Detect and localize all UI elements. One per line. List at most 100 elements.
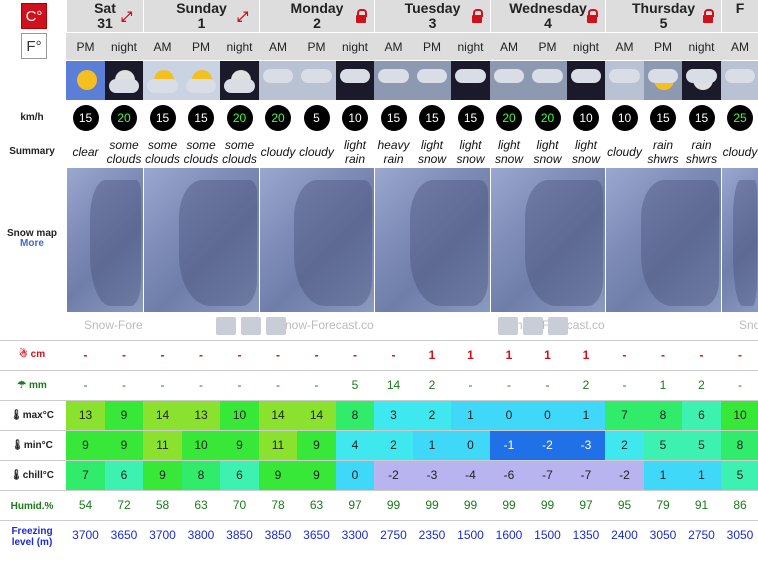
cloud-icon	[455, 69, 486, 83]
rain-cell: -	[314, 378, 319, 392]
period-header: PM	[66, 32, 105, 60]
day-header: F	[721, 0, 758, 32]
map-snow-icon[interactable]	[266, 317, 286, 335]
period-header: AM	[721, 32, 758, 60]
map-land	[294, 179, 372, 307]
chill-temp-cell: 9	[297, 460, 336, 490]
weather-icon	[567, 60, 605, 100]
rain-cell: 2	[698, 378, 705, 392]
rain-cell: -	[738, 378, 742, 392]
wind-speed-icon: 15	[149, 105, 176, 131]
chill-temp-cell: 9	[259, 460, 297, 490]
min-unit: min°C	[23, 440, 53, 451]
expand-icon[interactable]: ⤢	[237, 8, 248, 25]
humidity-cell: 95	[617, 498, 632, 512]
chill-temp-cell: -6	[490, 460, 528, 490]
chill-temp-cell: 9	[143, 460, 182, 490]
wind-speed-icon: 20	[534, 105, 561, 131]
chill-temp-cell: -2	[374, 460, 413, 490]
wind-cell: 10	[567, 100, 605, 136]
summary-cell: cloudy	[260, 145, 296, 159]
max-temp-cell: 10	[721, 400, 758, 430]
lock-icon[interactable]	[472, 9, 483, 23]
max-temp-cell: 1	[451, 400, 490, 430]
snow-map[interactable]	[143, 168, 259, 312]
snow-map-more-link[interactable]: More	[0, 238, 64, 249]
map-band	[374, 312, 490, 338]
wind-speed-icon: 20	[265, 105, 291, 131]
fahrenheit-button[interactable]: F°	[21, 33, 47, 59]
min-temp-cell: 1	[413, 430, 451, 460]
max-temp-cell: 14	[143, 400, 182, 430]
max-temp-cell: 8	[336, 400, 374, 430]
period-header: night	[220, 32, 259, 60]
map-share-icon[interactable]	[498, 317, 518, 335]
humidity-cell: 99	[425, 498, 439, 512]
summary-cell: light snow	[456, 138, 485, 166]
freezing-level-cell: 3850	[226, 528, 253, 542]
lock-icon[interactable]	[356, 9, 367, 23]
lock-icon[interactable]	[587, 9, 598, 23]
chill-temp-cell: 5	[721, 460, 758, 490]
cloud-icon	[301, 69, 332, 83]
max-temp-cell: 1	[567, 400, 605, 430]
map-land	[640, 179, 719, 307]
period-header: PM	[528, 32, 567, 60]
wind-speed-icon: 15	[72, 105, 99, 131]
cloud-icon	[224, 79, 255, 93]
rain-cell: 5	[351, 378, 359, 392]
freezing-level-cell: 2750	[380, 528, 407, 542]
freezing-level-cell: 1500	[457, 528, 484, 542]
period-header: AM	[374, 32, 413, 60]
wind-unit-label: km/h	[20, 112, 44, 123]
thermometer-icon: 🌡	[10, 410, 23, 421]
chill-temp-cell: 6	[220, 460, 259, 490]
max-temp-cell: 13	[182, 400, 220, 430]
summary-cell: cloudy	[299, 145, 334, 159]
map-share-icon[interactable]	[216, 317, 236, 335]
cloud-icon	[147, 79, 178, 93]
weather-icon	[297, 60, 336, 100]
forecast-table: C° F° km/h Summary Snow map More ☃ cm ☂ …	[0, 0, 758, 562]
rain-cell: -	[545, 378, 550, 392]
humidity-cell: 72	[117, 498, 131, 512]
period-header: night	[682, 32, 721, 60]
weather-icon	[490, 60, 528, 100]
summary-cell: some clouds	[222, 138, 257, 166]
expand-icon[interactable]: ⤢	[121, 8, 132, 25]
snow-map[interactable]	[66, 168, 143, 312]
snow-map[interactable]	[721, 168, 758, 312]
chill-temp-cell: 0	[336, 460, 374, 490]
map-band: Snow-Forecast.com	[66, 312, 191, 338]
map-reload-icon[interactable]	[241, 317, 261, 335]
wind-cell: 20	[528, 100, 567, 136]
min-temp-cell: 9	[105, 430, 143, 460]
weather-icon	[528, 60, 567, 100]
celsius-button[interactable]: C°	[21, 3, 47, 29]
cloud-icon	[571, 69, 601, 83]
max-temp-cell: 9	[105, 400, 143, 430]
min-temp-cell: -3	[567, 430, 605, 460]
lock-icon[interactable]	[703, 9, 714, 23]
wind-speed-icon: 10	[342, 105, 368, 131]
summary-cell: rain shwrs	[647, 138, 679, 166]
wind-cell: 10	[336, 100, 374, 136]
weather-icon	[259, 60, 297, 100]
snow-map[interactable]	[259, 168, 374, 312]
humidity-cell: 99	[502, 498, 516, 512]
snow-map[interactable]	[605, 168, 721, 312]
freezing-level-cell: 2750	[688, 528, 715, 542]
weather-icon	[605, 60, 644, 100]
humidity-cell: 58	[155, 498, 170, 512]
freezing-level-cell: 2400	[611, 528, 638, 542]
map-reload-icon[interactable]	[523, 317, 543, 335]
snow-cell: -	[276, 348, 280, 362]
rain-cell: -	[276, 378, 280, 392]
snow-map[interactable]	[374, 168, 490, 312]
max-temp-cell: 6	[682, 400, 721, 430]
humidity-cell: 54	[78, 498, 93, 512]
map-snow-icon[interactable]	[548, 317, 568, 335]
watermark: Snow-Forecast.com	[277, 318, 384, 332]
rain-unit: mm	[28, 380, 47, 391]
snow-map[interactable]	[490, 168, 605, 312]
